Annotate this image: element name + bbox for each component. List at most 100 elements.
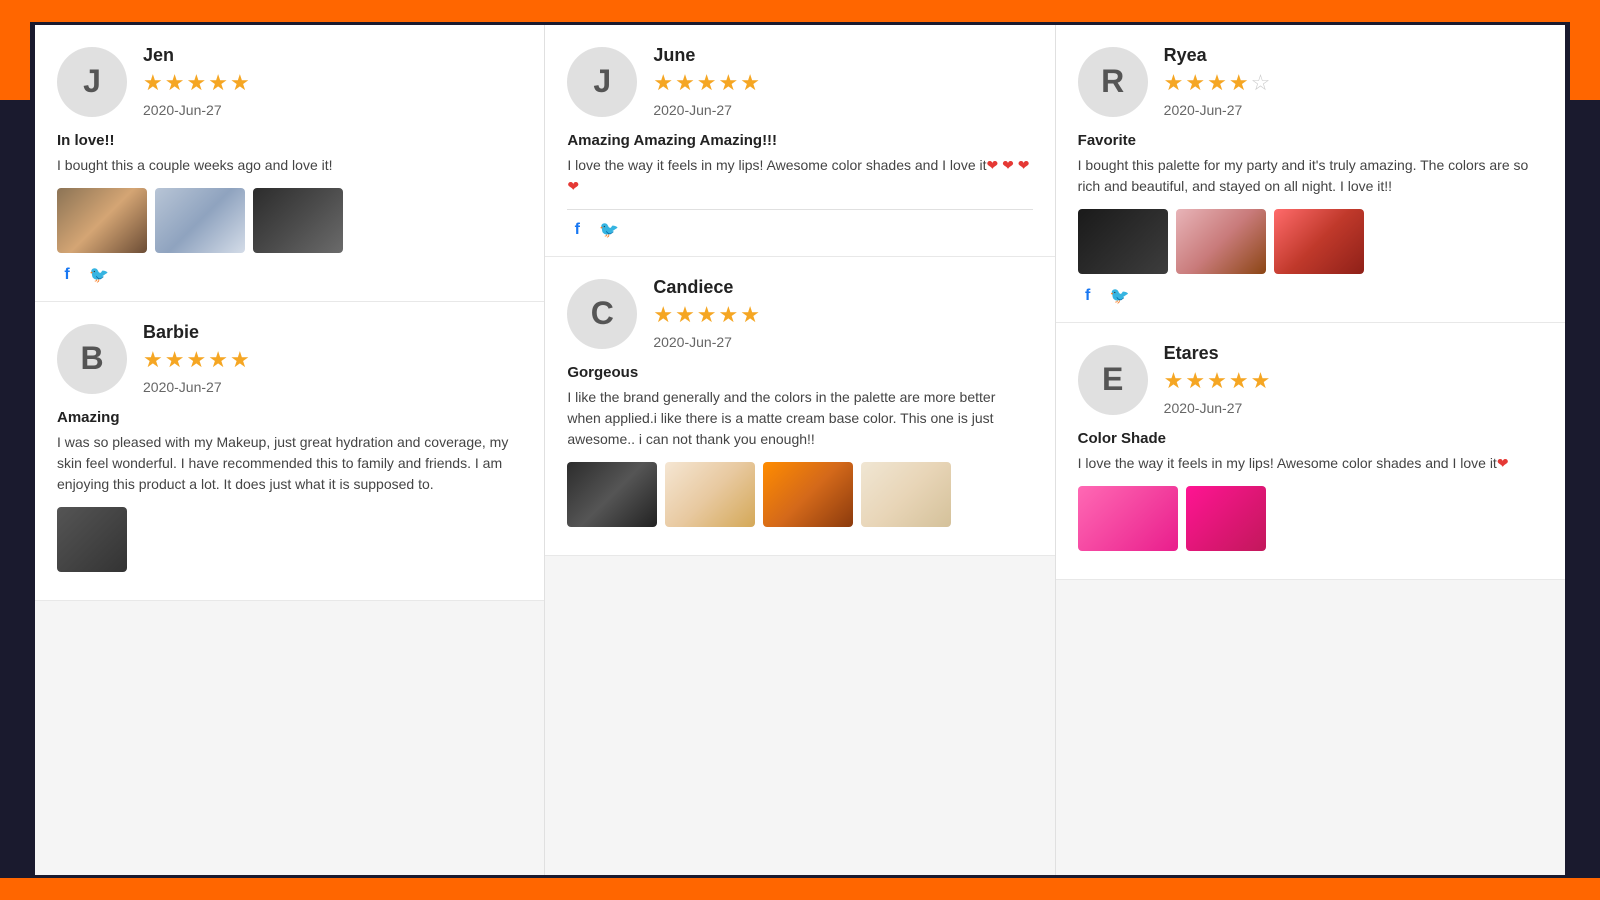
twitter-icon-june[interactable]: 🐦 bbox=[599, 220, 619, 240]
star-5: ★ bbox=[1251, 368, 1271, 394]
facebook-icon-june[interactable]: f bbox=[567, 220, 587, 240]
star-4: ★ bbox=[208, 347, 228, 373]
bg-accent-bottom bbox=[0, 878, 1600, 900]
avatar-june: J bbox=[567, 47, 637, 117]
reviewer-info-barbie: Barbie ★ ★ ★ ★ ★ 2020-Jun-27 bbox=[143, 322, 250, 395]
star-4: ★ bbox=[1229, 368, 1249, 394]
stars-ryea: ★ ★ ★ ★ ☆ bbox=[1164, 70, 1271, 96]
review-image-3 bbox=[253, 188, 343, 253]
star-2: ★ bbox=[165, 70, 185, 96]
bg-accent-top bbox=[0, 0, 1600, 22]
reviewer-header-ryea: R Ryea ★ ★ ★ ★ ☆ 2020-Jun-27 bbox=[1078, 45, 1543, 118]
review-date-jen: 2020-Jun-27 bbox=[143, 102, 250, 118]
review-title-ryea: Favorite bbox=[1078, 132, 1543, 149]
bg-corner-tl bbox=[0, 0, 30, 100]
column-1: J Jen ★ ★ ★ ★ ★ 2020-Jun-27 In love!! I … bbox=[35, 25, 545, 875]
review-text-jen: I bought this a couple weeks ago and lov… bbox=[57, 155, 522, 176]
review-image-candiece-4 bbox=[861, 462, 951, 527]
review-title-etares: Color Shade bbox=[1078, 430, 1543, 447]
review-date-barbie: 2020-Jun-27 bbox=[143, 379, 250, 395]
review-title-barbie: Amazing bbox=[57, 409, 522, 426]
star-5: ★ bbox=[230, 70, 250, 96]
stars-june: ★ ★ ★ ★ ★ bbox=[653, 70, 760, 96]
star-1: ★ bbox=[1164, 368, 1184, 394]
reviewer-name-etares: Etares bbox=[1164, 343, 1271, 364]
heart-icon-3: ❤ bbox=[1018, 157, 1030, 173]
star-4: ★ bbox=[719, 70, 739, 96]
review-text-barbie: I was so pleased with my Makeup, just gr… bbox=[57, 432, 522, 495]
review-etares: E Etares ★ ★ ★ ★ ★ 2020-Jun-27 Color Sha… bbox=[1056, 323, 1565, 580]
star-1: ★ bbox=[1164, 70, 1184, 96]
review-images-candiece bbox=[567, 462, 1032, 527]
review-image-etares-1 bbox=[1078, 486, 1178, 551]
avatar-etares: E bbox=[1078, 345, 1148, 415]
review-image-etares-2 bbox=[1186, 486, 1266, 551]
heart-icon-1: ❤ bbox=[987, 157, 999, 173]
review-text-etares: I love the way it feels in my lips! Awes… bbox=[1078, 453, 1543, 474]
review-image-1 bbox=[57, 188, 147, 253]
reviewer-header-etares: E Etares ★ ★ ★ ★ ★ 2020-Jun-27 bbox=[1078, 343, 1543, 416]
review-date-etares: 2020-Jun-27 bbox=[1164, 400, 1271, 416]
reviewer-name-barbie: Barbie bbox=[143, 322, 250, 343]
avatar-jen: J bbox=[57, 47, 127, 117]
star-2: ★ bbox=[675, 302, 695, 328]
star-2: ★ bbox=[1185, 70, 1205, 96]
avatar-ryea: R bbox=[1078, 47, 1148, 117]
star-2: ★ bbox=[165, 347, 185, 373]
star-1: ★ bbox=[653, 70, 673, 96]
heart-icon-2: ❤ bbox=[1002, 157, 1014, 173]
star-3: ★ bbox=[697, 70, 717, 96]
star-4: ★ bbox=[208, 70, 228, 96]
star-5: ★ bbox=[740, 70, 760, 96]
stars-jen: ★ ★ ★ ★ ★ bbox=[143, 70, 250, 96]
twitter-icon-ryea[interactable]: 🐦 bbox=[1110, 286, 1130, 306]
review-text-june: I love the way it feels in my lips! Awes… bbox=[567, 155, 1032, 197]
facebook-icon[interactable]: f bbox=[57, 265, 77, 285]
star-3: ★ bbox=[697, 302, 717, 328]
column-3: R Ryea ★ ★ ★ ★ ☆ 2020-Jun-27 Favorite I … bbox=[1056, 25, 1565, 875]
review-jen: J Jen ★ ★ ★ ★ ★ 2020-Jun-27 In love!! I … bbox=[35, 25, 544, 302]
review-june: J June ★ ★ ★ ★ ★ 2020-Jun-27 Amazing Ama… bbox=[545, 25, 1054, 257]
review-date-june: 2020-Jun-27 bbox=[653, 102, 760, 118]
avatar-candiece: C bbox=[567, 279, 637, 349]
star-5: ★ bbox=[740, 302, 760, 328]
review-image-2 bbox=[155, 188, 245, 253]
star-3: ★ bbox=[186, 347, 206, 373]
star-1: ★ bbox=[143, 70, 163, 96]
star-1: ★ bbox=[653, 302, 673, 328]
review-date-ryea: 2020-Jun-27 bbox=[1164, 102, 1271, 118]
reviewer-info-candiece: Candiece ★ ★ ★ ★ ★ 2020-Jun-27 bbox=[653, 277, 760, 350]
star-5-empty: ☆ bbox=[1251, 70, 1271, 96]
review-image-ryea-3 bbox=[1274, 209, 1364, 274]
star-5: ★ bbox=[230, 347, 250, 373]
review-image-ryea-2 bbox=[1176, 209, 1266, 274]
review-image-candiece-2 bbox=[665, 462, 755, 527]
stars-etares: ★ ★ ★ ★ ★ bbox=[1164, 368, 1271, 394]
review-image-ryea-1 bbox=[1078, 209, 1168, 274]
star-1: ★ bbox=[143, 347, 163, 373]
reviewer-info-jen: Jen ★ ★ ★ ★ ★ 2020-Jun-27 bbox=[143, 45, 250, 118]
reviewer-name-june: June bbox=[653, 45, 760, 66]
star-2: ★ bbox=[675, 70, 695, 96]
reviewer-info-ryea: Ryea ★ ★ ★ ★ ☆ 2020-Jun-27 bbox=[1164, 45, 1271, 118]
social-icons-june: f 🐦 bbox=[567, 220, 1032, 240]
star-4: ★ bbox=[719, 302, 739, 328]
reviews-container: J Jen ★ ★ ★ ★ ★ 2020-Jun-27 In love!! I … bbox=[35, 25, 1565, 875]
review-text-candiece: I like the brand generally and the color… bbox=[567, 387, 1032, 450]
facebook-icon-ryea[interactable]: f bbox=[1078, 286, 1098, 306]
reviewer-info-june: June ★ ★ ★ ★ ★ 2020-Jun-27 bbox=[653, 45, 760, 118]
bg-corner-tr bbox=[1570, 0, 1600, 100]
review-barbie: B Barbie ★ ★ ★ ★ ★ 2020-Jun-27 Amazing I… bbox=[35, 302, 544, 601]
twitter-icon[interactable]: 🐦 bbox=[89, 265, 109, 285]
heart-icon-etares: ❤ bbox=[1497, 455, 1509, 471]
reviewer-name-ryea: Ryea bbox=[1164, 45, 1271, 66]
review-image-candiece-1 bbox=[567, 462, 657, 527]
review-images-ryea bbox=[1078, 209, 1543, 274]
review-image-barbie-1 bbox=[57, 507, 127, 572]
reviewer-header-candiece: C Candiece ★ ★ ★ ★ ★ 2020-Jun-27 bbox=[567, 277, 1032, 350]
review-title-june: Amazing Amazing Amazing!!! bbox=[567, 132, 1032, 149]
review-images-jen bbox=[57, 188, 522, 253]
review-candiece: C Candiece ★ ★ ★ ★ ★ 2020-Jun-27 Gorgeou… bbox=[545, 257, 1054, 556]
star-3: ★ bbox=[186, 70, 206, 96]
reviewer-header-june: J June ★ ★ ★ ★ ★ 2020-Jun-27 bbox=[567, 45, 1032, 118]
